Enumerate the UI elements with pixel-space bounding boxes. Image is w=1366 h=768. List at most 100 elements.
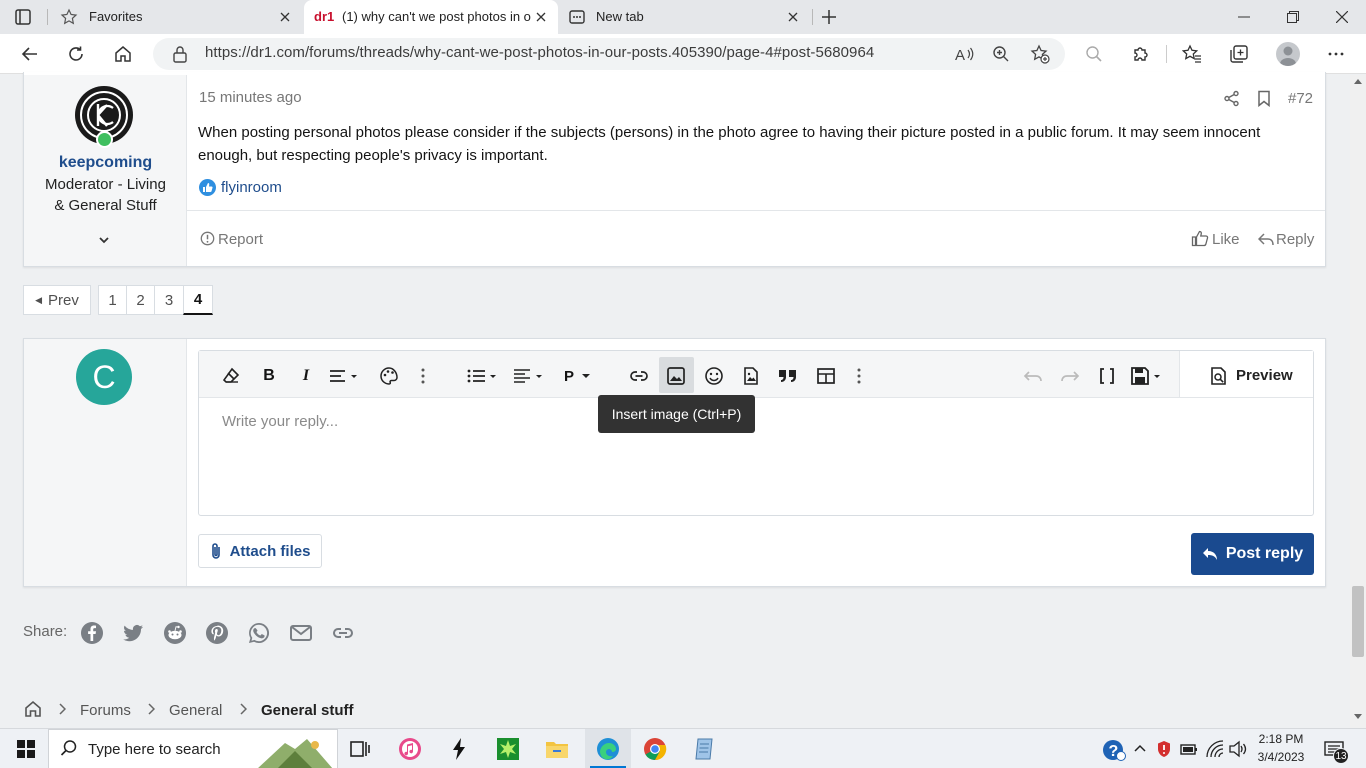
- whatsapp-icon[interactable]: [247, 621, 271, 645]
- volume-icon[interactable]: [1228, 740, 1248, 758]
- align-dropdown-icon[interactable]: [513, 365, 547, 387]
- palette-icon[interactable]: [378, 365, 400, 387]
- profile-avatar[interactable]: [1276, 42, 1300, 66]
- breadcrumb-current[interactable]: General stuff: [261, 702, 354, 719]
- bookmark-icon[interactable]: [1256, 90, 1272, 107]
- tab-favorites[interactable]: Favorites: [52, 0, 302, 34]
- tab-active-thread[interactable]: dr1 (1) why can't we post photos in o: [304, 0, 558, 34]
- clear-formatting-icon[interactable]: [220, 365, 242, 387]
- report-icon[interactable]: [200, 231, 215, 246]
- link-icon[interactable]: [628, 365, 650, 387]
- back-arrow-icon[interactable]: [14, 38, 46, 70]
- email-icon[interactable]: [289, 621, 313, 645]
- home-icon[interactable]: [107, 38, 139, 70]
- post-number[interactable]: #72: [1288, 90, 1313, 107]
- clock-time[interactable]: 2:18 PM: [1252, 732, 1310, 746]
- zoom-icon[interactable]: [992, 45, 1010, 63]
- quote-icon[interactable]: [777, 365, 799, 387]
- minimize-icon[interactable]: [1220, 0, 1268, 34]
- redo-icon[interactable]: [1059, 365, 1081, 387]
- notes-app-icon[interactable]: [692, 737, 716, 761]
- list-dropdown-icon[interactable]: [467, 365, 501, 387]
- scrollbar-thumb[interactable]: [1352, 586, 1364, 657]
- security-alert-icon[interactable]: [1157, 740, 1171, 758]
- task-view-icon[interactable]: [348, 737, 372, 761]
- table-icon[interactable]: [815, 365, 837, 387]
- preview-button[interactable]: Preview: [1236, 367, 1293, 384]
- reply-textarea[interactable]: [199, 399, 1313, 515]
- add-favorite-icon[interactable]: [1030, 44, 1050, 64]
- post-time[interactable]: 15 minutes ago: [199, 89, 302, 106]
- restore-icon[interactable]: [1269, 0, 1317, 34]
- windows-start-icon[interactable]: [14, 737, 38, 761]
- refresh-icon[interactable]: [60, 38, 92, 70]
- breadcrumb-forums[interactable]: Forums: [80, 702, 131, 719]
- file-explorer-icon[interactable]: [545, 737, 569, 761]
- user-avatar[interactable]: C: [76, 349, 132, 405]
- tab-new-tab[interactable]: New tab: [560, 0, 810, 34]
- text-style-dropdown-icon[interactable]: [329, 365, 363, 387]
- italic-icon[interactable]: I: [295, 365, 317, 387]
- battery-icon[interactable]: [1180, 741, 1198, 757]
- reaction-user[interactable]: flyinroom: [221, 179, 282, 196]
- insert-image-icon[interactable]: [665, 365, 687, 387]
- share-icon[interactable]: [1223, 90, 1240, 107]
- clock-date[interactable]: 3/4/2023: [1252, 750, 1310, 764]
- collections-icon[interactable]: [1229, 44, 1249, 64]
- like-button[interactable]: Like: [1212, 231, 1240, 248]
- chrome-icon[interactable]: [643, 737, 667, 761]
- emoji-icon[interactable]: [703, 365, 725, 387]
- paragraph-dropdown[interactable]: P: [562, 365, 592, 387]
- app-green-icon[interactable]: [496, 737, 520, 761]
- drafts-dropdown-icon[interactable]: [1130, 365, 1164, 387]
- close-icon[interactable]: [276, 8, 294, 26]
- reply-icon[interactable]: [1258, 232, 1274, 246]
- close-icon[interactable]: [784, 8, 802, 26]
- reddit-icon[interactable]: [163, 621, 187, 645]
- copy-link-icon[interactable]: [331, 621, 355, 645]
- page-link-2[interactable]: 2: [126, 285, 155, 315]
- more-insert-icon[interactable]: [848, 365, 870, 387]
- breadcrumb-general[interactable]: General: [169, 702, 222, 719]
- read-aloud-icon[interactable]: A: [955, 45, 975, 63]
- home-icon[interactable]: [24, 700, 42, 718]
- lock-icon[interactable]: [172, 45, 188, 63]
- like-icon[interactable]: [1191, 230, 1209, 247]
- author-name[interactable]: keepcoming: [24, 154, 187, 172]
- new-tab-plus-icon[interactable]: [820, 8, 838, 26]
- search-icon[interactable]: [1085, 45, 1103, 63]
- report-link[interactable]: Report: [218, 231, 263, 248]
- help-icon[interactable]: ?: [1102, 738, 1126, 762]
- undo-icon[interactable]: [1022, 365, 1044, 387]
- wifi-icon[interactable]: [1205, 740, 1225, 758]
- attach-files-button[interactable]: Attach files: [198, 534, 322, 568]
- chevron-down-icon[interactable]: [97, 233, 111, 247]
- bbcode-toggle-icon[interactable]: [1096, 365, 1118, 387]
- page-link-current[interactable]: 4: [183, 285, 213, 315]
- more-options-icon[interactable]: [1327, 45, 1345, 63]
- prev-page-button[interactable]: ◀ Prev: [23, 285, 91, 315]
- tab-actions-icon[interactable]: [14, 8, 32, 26]
- more-formatting-icon[interactable]: [412, 365, 434, 387]
- window-close-icon[interactable]: [1318, 0, 1366, 34]
- itunes-icon[interactable]: [398, 737, 422, 761]
- reply-button[interactable]: Reply: [1276, 231, 1314, 248]
- chevron-up-icon[interactable]: [1133, 743, 1147, 753]
- bold-icon[interactable]: B: [258, 365, 280, 387]
- edge-browser-icon[interactable]: [596, 737, 620, 761]
- page-scrollbar[interactable]: [1350, 75, 1366, 728]
- url-text[interactable]: https://dr1.com/forums/threads/why-cant-…: [205, 44, 874, 61]
- favorites-icon[interactable]: [1182, 44, 1202, 64]
- media-icon[interactable]: [740, 365, 762, 387]
- facebook-icon[interactable]: [80, 621, 104, 645]
- app-lightning-icon[interactable]: [447, 737, 471, 761]
- close-icon[interactable]: [532, 8, 550, 26]
- scroll-down-icon[interactable]: [1354, 714, 1362, 719]
- page-link-3[interactable]: 3: [154, 285, 184, 315]
- twitter-icon[interactable]: [121, 621, 145, 645]
- page-link-1[interactable]: 1: [98, 285, 127, 315]
- scroll-up-icon[interactable]: [1354, 79, 1362, 84]
- extensions-icon[interactable]: [1131, 44, 1151, 64]
- pinterest-icon[interactable]: [205, 621, 229, 645]
- post-reply-button[interactable]: Post reply: [1191, 533, 1314, 575]
